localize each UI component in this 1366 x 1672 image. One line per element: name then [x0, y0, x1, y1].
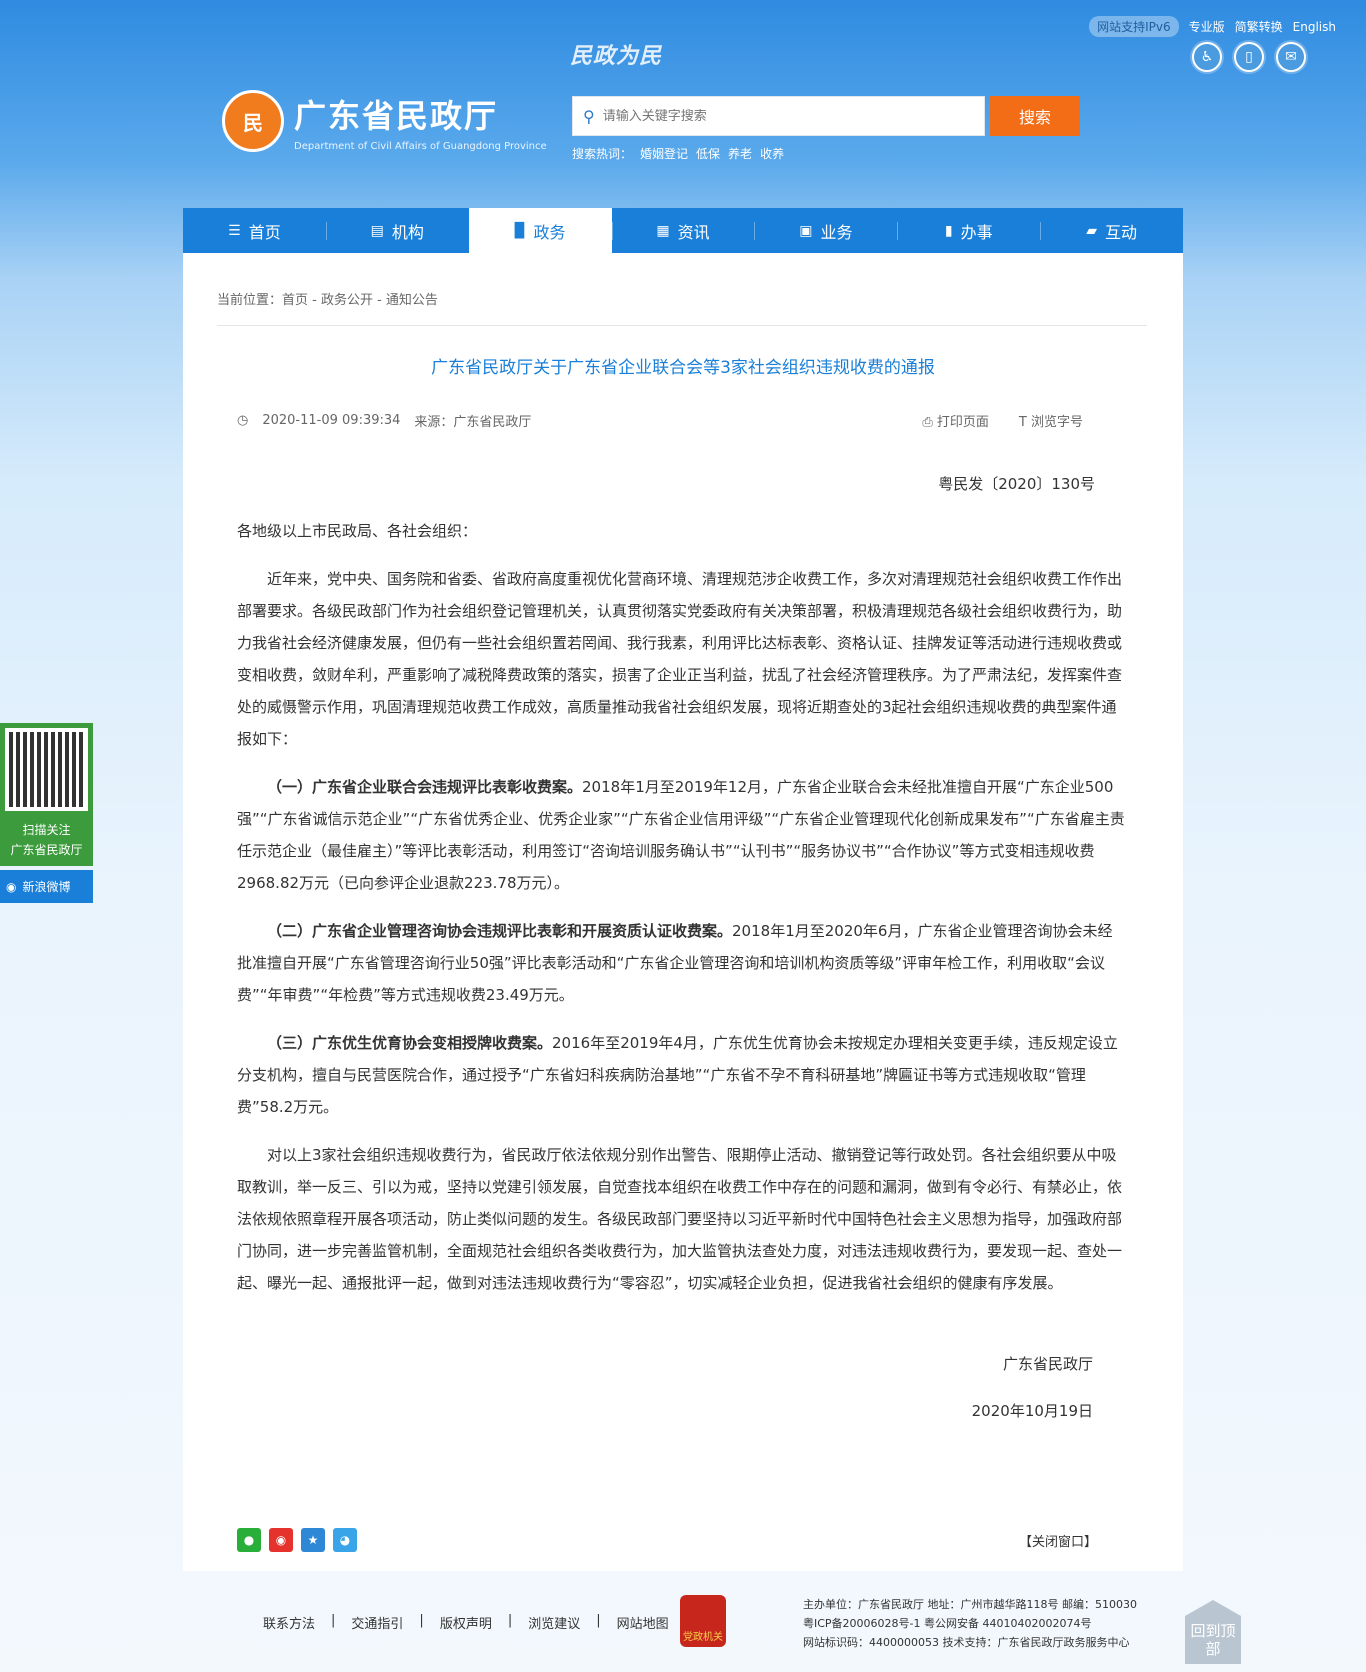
- article-meta: ◷ 2020-11-09 09:39:34 来源：广东省民政厅: [237, 411, 531, 430]
- chat-icon: ▰: [1086, 222, 1097, 239]
- search-icon: ⚲: [583, 106, 595, 126]
- case-paragraph: （二）广东省企业管理咨询协会违规评比表彰和开展资质认证收费案。2018年1月至2…: [237, 922, 1113, 1004]
- clipboard-icon: ▮: [944, 222, 953, 239]
- footer-link[interactable]: 版权声明: [440, 1613, 492, 1632]
- nav-interaction[interactable]: ▰ 互动: [1040, 208, 1183, 253]
- accessibility-icon[interactable]: ♿: [1192, 42, 1222, 72]
- news-icon: ▦: [656, 222, 670, 239]
- signer: 广东省民政厅: [1002, 1355, 1093, 1373]
- hot-word[interactable]: 养老: [728, 145, 752, 162]
- hot-label: 搜索热词：: [572, 147, 633, 161]
- paragraph: 近年来，党中央、国务院和省委、省政府高度重视优化营商环境、清理规范涉企收费工作，…: [237, 570, 1123, 748]
- qr-image: [9, 732, 84, 807]
- emblem-icon: 民: [222, 90, 284, 152]
- footer-link[interactable]: 网站地图: [617, 1613, 669, 1632]
- footer-links: 联系方法| 交通指引| 版权声明| 浏览建议| 网站地图|: [263, 1613, 689, 1632]
- article-tools: ⎙ 打印页面 T 浏览字号: [922, 411, 1083, 430]
- paragraph: 对以上3家社会组织违规收费行为，省民政厅依法依规分别作出警告、限期停止活动、撤销…: [237, 1146, 1123, 1292]
- list-icon: ☰: [228, 222, 241, 239]
- hot-words: 搜索热词： 婚姻登记 低保 养老 收养: [572, 145, 784, 162]
- book-icon: ▉: [514, 222, 526, 239]
- site-subtitle: Department of Civil Affairs of Guangdong…: [294, 140, 547, 152]
- weibo-icon: ◉: [6, 879, 17, 894]
- hot-word[interactable]: 婚姻登记: [640, 145, 688, 162]
- ipv6-badge: 网站支持IPv6: [1089, 16, 1179, 37]
- top-links: 网站支持IPv6 专业版 简繁转换 English: [1089, 16, 1336, 37]
- search-input[interactable]: [602, 108, 943, 124]
- slogan: 民政为民: [570, 44, 663, 69]
- share-bar: ● ◉ ★ ◕: [237, 1528, 357, 1552]
- article-body: 各地级以上市民政局、各社会组织： 近年来，党中央、国务院和省委、省政府高度重视优…: [237, 515, 1127, 1315]
- pro-version-link[interactable]: 专业版: [1189, 18, 1225, 35]
- site-title: 广东省民政厅: [294, 96, 499, 135]
- mobile-icon[interactable]: ▯: [1234, 42, 1264, 72]
- site-logo[interactable]: 民 广东省民政厅 Department of Civil Affairs of …: [222, 90, 547, 152]
- salutation: 各地级以上市民政局、各社会组织：: [237, 522, 478, 540]
- nav-organization[interactable]: ▤ 机构: [325, 208, 469, 253]
- weibo-link[interactable]: ◉ 新浪微博: [0, 870, 93, 903]
- hot-word[interactable]: 收养: [760, 145, 784, 162]
- close-window-button[interactable]: 【关闭窗口】: [1019, 1531, 1097, 1550]
- english-link[interactable]: English: [1293, 20, 1336, 34]
- building-icon: ▤: [370, 222, 384, 239]
- divider: [217, 325, 1147, 326]
- article-datetime: 2020-11-09 09:39:34: [262, 413, 401, 428]
- footer-link[interactable]: 交通指引: [351, 1613, 403, 1632]
- main-nav: ☰ 首页 ▤ 机构 ▉ 政务 ▦ 资讯 ▣ 业务 ▮ 办事 ▰ 互动: [183, 208, 1183, 253]
- printer-icon: ⎙: [922, 415, 937, 430]
- trad-simp-link[interactable]: 简繁转换: [1235, 18, 1283, 35]
- briefcase-icon: ▣: [799, 222, 813, 239]
- case-paragraph: （三）广东优生优育协会变相授牌收费案。2016年至2019年4月，广东优生优育协…: [237, 1034, 1118, 1116]
- back-to-top-button[interactable]: 回到顶部: [1185, 1600, 1241, 1664]
- footer-link[interactable]: 联系方法: [263, 1613, 315, 1632]
- signature: 广东省民政厅 2020年10月19日: [972, 1353, 1093, 1447]
- weibo-icon[interactable]: ◉: [269, 1528, 293, 1552]
- article-title: 广东省民政厅关于广东省企业联合会等3家社会组织违规收费的通报: [431, 358, 935, 378]
- qq-icon[interactable]: ◕: [333, 1528, 357, 1552]
- document-number: 粤民发〔2020〕130号: [938, 475, 1095, 493]
- qr-code: [0, 723, 93, 816]
- mail-icon[interactable]: ✉: [1276, 42, 1306, 72]
- nav-services[interactable]: ▮ 办事: [897, 208, 1040, 253]
- nav-news[interactable]: ▦ 资讯: [611, 208, 755, 253]
- print-button[interactable]: ⎙ 打印页面: [922, 411, 989, 430]
- nav-business[interactable]: ▣ 业务: [754, 208, 897, 253]
- case-paragraph: （一）广东省企业联合会违规评比表彰收费案。2018年1月至2019年12月，广东…: [237, 778, 1125, 892]
- breadcrumb: 当前位置：首页 - 政务公开 - 通知公告: [217, 293, 438, 308]
- nav-government[interactable]: ▉ 政务: [468, 208, 612, 253]
- article-source: 来源：广东省民政厅: [414, 415, 532, 430]
- hot-word[interactable]: 低保: [696, 145, 720, 162]
- nav-home[interactable]: ☰ 首页: [183, 208, 326, 253]
- left-float: 扫描关注 广东省民政厅 ◉ 新浪微博: [0, 723, 93, 903]
- font-size-button[interactable]: T 浏览字号: [1019, 411, 1083, 430]
- clock-icon: ◷: [237, 413, 249, 428]
- wechat-icon[interactable]: ●: [237, 1528, 261, 1552]
- content-panel: 当前位置：首页 - 政务公开 - 通知公告 广东省民政厅关于广东省企业联合会等3…: [183, 253, 1183, 1571]
- party-org-badge[interactable]: 党政机关: [680, 1595, 726, 1647]
- qr-caption: 扫描关注 广东省民政厅: [0, 816, 93, 866]
- footer-link[interactable]: 浏览建议: [528, 1613, 580, 1632]
- search-box: ⚲: [572, 96, 985, 136]
- qzone-icon[interactable]: ★: [301, 1528, 325, 1552]
- footer-info: 主办单位：广东省民政厅 地址：广州市越华路118号 邮编：510030 粤ICP…: [803, 1598, 1137, 1649]
- top-icons: ♿ ▯ ✉: [1192, 42, 1306, 72]
- sign-date: 2020年10月19日: [971, 1402, 1093, 1420]
- text-size-icon: T: [1018, 415, 1031, 430]
- search-button[interactable]: 搜索: [990, 96, 1080, 136]
